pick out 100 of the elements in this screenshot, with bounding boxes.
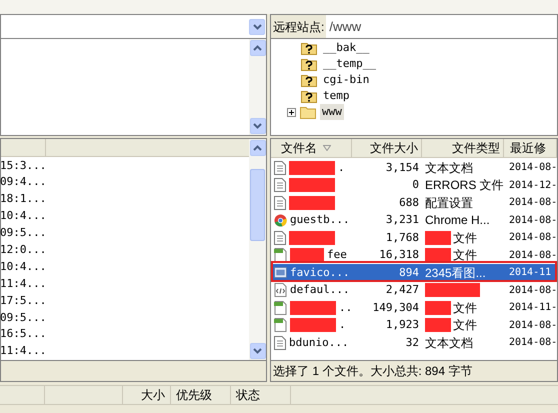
document-icon	[274, 196, 286, 210]
file-size: 149,304	[372, 300, 420, 316]
chevron-down-icon	[253, 348, 262, 354]
file-size: 3,231	[384, 212, 420, 228]
column-header[interactable]: 状态	[231, 386, 291, 404]
chrome-icon	[274, 214, 287, 227]
file-row[interactable]: 688 配置设置 2014-08-	[271, 194, 557, 212]
column-header[interactable]: 文件大小	[352, 139, 422, 157]
file-row[interactable]: .. 149,304 文件 2014-11-	[271, 299, 557, 316]
modified-time: 12:0...	[0, 242, 46, 258]
file-name: bdunio...	[289, 334, 349, 350]
column-header[interactable]: 文件类型	[422, 139, 504, 157]
file-type: 文件	[453, 300, 477, 317]
image-file-icon	[274, 266, 287, 280]
file-type: 2345看图...	[425, 264, 486, 282]
modified-date: 2014-08-	[508, 318, 557, 333]
sort-icon	[323, 145, 331, 151]
tree-item[interactable]: www	[320, 104, 344, 120]
expand-toggle[interactable]	[287, 108, 296, 116]
file-size: 3,154	[384, 160, 420, 176]
file-row[interactable]: 1,768 文件 2014-08-	[271, 229, 557, 246]
scroll-down-button[interactable]	[250, 343, 266, 359]
file-type: 文本文档	[425, 160, 473, 177]
modified-time: 11:4...	[0, 276, 46, 292]
file-type: ERRORS 文件	[425, 177, 504, 194]
modified-time: 09:5...	[0, 310, 46, 326]
modified-date: 2014-08-	[508, 161, 557, 176]
file-size: 894	[398, 264, 420, 280]
modified-time: 17:5...	[0, 292, 46, 309]
file-row[interactable]: defaul... 2,427 2014-08-	[271, 282, 557, 299]
column-header[interactable]: 大小	[123, 386, 171, 404]
modified-time: 10:4...	[0, 208, 46, 224]
modified-time: 11:4...	[0, 343, 46, 360]
modified-date: 2014-08-	[508, 214, 557, 228]
file-name: .	[339, 317, 346, 333]
scroll-up-button[interactable]	[250, 40, 266, 56]
file-type: 文件	[453, 247, 477, 264]
folder-icon	[300, 105, 316, 119]
file-type: 文本文档	[425, 334, 473, 352]
file-size: 2,427	[384, 282, 420, 298]
modified-date: 2014-08-	[508, 248, 557, 263]
file-size: 16,318	[378, 247, 420, 263]
modified-date: 2014-11-	[508, 301, 557, 316]
file-name: fee	[327, 247, 347, 263]
tree-item[interactable]: cgi-bin	[321, 72, 372, 88]
file-row[interactable]: fee 16,318 文件 2014-08-	[271, 246, 557, 264]
scroll-down-button[interactable]	[250, 118, 266, 134]
modified-time: 18:1...	[0, 191, 46, 208]
chevron-down-icon	[252, 24, 262, 30]
chevron-up-icon	[253, 145, 262, 151]
file-name: defaul...	[290, 282, 350, 298]
folder-question-icon	[301, 89, 317, 103]
folder-question-icon	[301, 41, 317, 55]
column-header[interactable]: 优先级	[171, 386, 231, 404]
dropdown-button[interactable]	[249, 18, 265, 34]
script-file-icon	[274, 300, 287, 315]
modified-date: 2014-08-	[508, 336, 557, 350]
tree-item[interactable]: temp	[321, 88, 352, 104]
modified-time: 10:4...	[0, 258, 46, 275]
modified-time: 09:4...	[0, 174, 46, 190]
document-icon	[274, 230, 286, 245]
remote-path-field[interactable]: /www	[326, 15, 557, 38]
scroll-up-button[interactable]	[250, 140, 266, 156]
file-size: 1,923	[384, 317, 420, 333]
file-type: Chrome H...	[425, 212, 490, 230]
script-file-icon	[274, 248, 287, 262]
chevron-down-icon	[253, 123, 262, 129]
file-row[interactable]: bdunio... 32 文本文档 2014-08-	[271, 334, 557, 352]
column-header[interactable]: 最近修	[504, 139, 557, 157]
file-name: favico...	[290, 264, 350, 280]
document-icon	[274, 160, 286, 175]
modified-time: 15:3...	[0, 158, 46, 174]
remote-site-label: 远程站点:	[271, 15, 326, 38]
modified-date: 2014-08-	[508, 196, 557, 210]
code-file-icon	[274, 283, 287, 298]
scrollbar[interactable]	[249, 139, 266, 360]
document-icon	[274, 336, 286, 350]
modified-time: 16:5...	[0, 326, 46, 342]
scrollbar[interactable]	[249, 39, 266, 135]
column-header[interactable]: 文件名	[271, 139, 352, 157]
file-name: guestb...	[290, 212, 350, 228]
file-size: 32	[404, 334, 420, 350]
document-icon	[274, 178, 286, 192]
chevron-up-icon	[253, 45, 262, 51]
file-size: 0	[411, 177, 420, 193]
file-row[interactable]: . 3,154 文本文档 2014-08-	[271, 159, 557, 176]
file-row[interactable]: . 1,923 文件 2014-08-	[271, 316, 557, 334]
tree-item[interactable]: __temp__	[321, 56, 378, 72]
modified-time: 09:5...	[0, 225, 46, 242]
tree-item[interactable]: __bak__	[321, 40, 372, 56]
modified-date: 2014-11	[508, 266, 552, 280]
file-size: 1,768	[384, 230, 420, 246]
scroll-thumb[interactable]	[250, 168, 265, 240]
file-size: 688	[398, 194, 420, 210]
file-type: 配置设置	[425, 194, 473, 212]
file-row[interactable]: 0 ERRORS 文件 2014-12-	[271, 176, 557, 194]
file-name: .	[338, 160, 345, 176]
file-type: 文件	[453, 317, 477, 334]
file-row[interactable]: guestb... 3,231 Chrome H... 2014-08-	[271, 212, 557, 229]
file-type: 文件	[453, 230, 477, 247]
